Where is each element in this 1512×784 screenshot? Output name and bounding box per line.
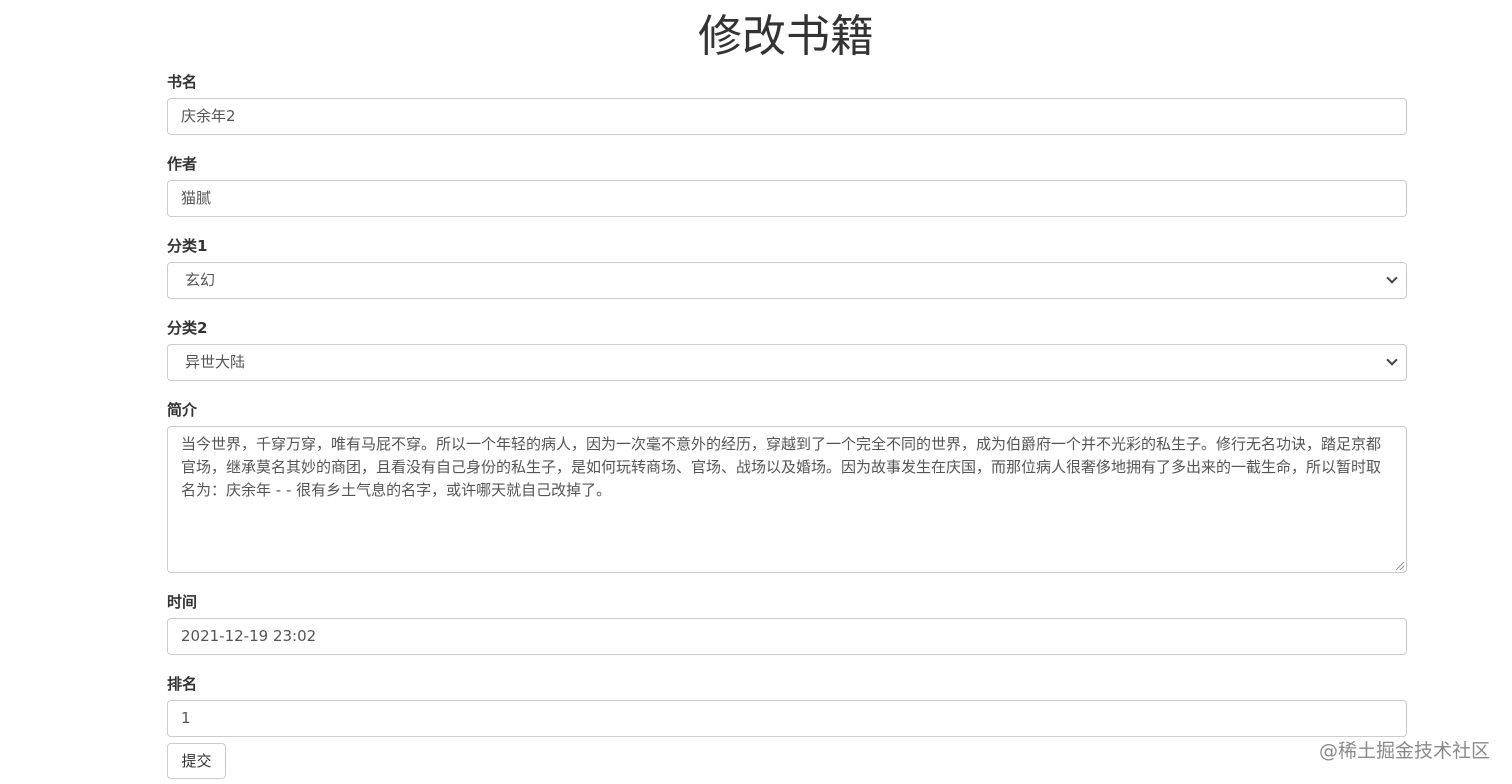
rank-label: 排名 — [167, 675, 198, 693]
category2-select[interactable]: 异世大陆 — [167, 344, 1407, 381]
rank-input[interactable]: 1 — [167, 700, 1407, 737]
book-name-group: 书名 庆余年2 — [167, 72, 1407, 152]
time-value: 2021-12-19 23:02 — [181, 627, 317, 645]
category1-group: 分类1 玄幻 — [167, 236, 1407, 316]
intro-textarea[interactable]: 当今世界，千穿万穿，唯有马屁不穿。所以一个年轻的病人，因为一次毫不意外的经历，穿… — [167, 426, 1407, 573]
intro-label: 简介 — [167, 401, 198, 419]
book-name-value: 庆余年2 — [181, 107, 236, 125]
chevron-down-icon — [1386, 272, 1398, 284]
watermark-text: @稀土掘金技术社区 — [1318, 740, 1490, 762]
category1-value: 玄幻 — [185, 271, 216, 289]
book-name-label: 书名 — [167, 73, 198, 91]
page-title: 修改书籍 — [698, 11, 874, 62]
chevron-down-icon — [1386, 354, 1398, 366]
submit-button[interactable]: 提交 — [167, 743, 226, 779]
author-value: 猫腻 — [181, 189, 212, 207]
intro-value: 当今世界，千穿万穿，唯有马屁不穿。所以一个年轻的病人，因为一次毫不意外的经历，穿… — [181, 435, 1382, 499]
rank-value: 1 — [181, 709, 191, 727]
category1-label: 分类1 — [167, 237, 208, 255]
time-group: 时间 2021-12-19 23:02 — [167, 592, 1407, 672]
edit-book-form: 书名 庆余年2 作者 猫腻 分类1 玄幻 分类2 异世大陆 简介 当今世界，千穿… — [167, 70, 1407, 754]
edit-book-page: 修改书籍 书名 庆余年2 作者 猫腻 分类1 玄幻 分类2 异世大陆 简介 当今… — [0, 0, 1512, 784]
rank-group: 排名 1 — [167, 674, 1407, 754]
intro-group: 简介 当今世界，千穿万穿，唯有马屁不穿。所以一个年轻的病人，因为一次毫不意外的经… — [167, 400, 1407, 590]
author-group: 作者 猫腻 — [167, 154, 1407, 234]
category1-select[interactable]: 玄幻 — [167, 262, 1407, 299]
time-label: 时间 — [167, 593, 198, 611]
resize-grip-icon[interactable] — [1396, 562, 1404, 570]
author-input[interactable]: 猫腻 — [167, 180, 1407, 217]
book-name-input[interactable]: 庆余年2 — [167, 98, 1407, 135]
category2-group: 分类2 异世大陆 — [167, 318, 1407, 398]
category2-value: 异世大陆 — [185, 353, 246, 371]
category2-label: 分类2 — [167, 319, 208, 337]
author-label: 作者 — [167, 155, 198, 173]
time-input[interactable]: 2021-12-19 23:02 — [167, 618, 1407, 655]
